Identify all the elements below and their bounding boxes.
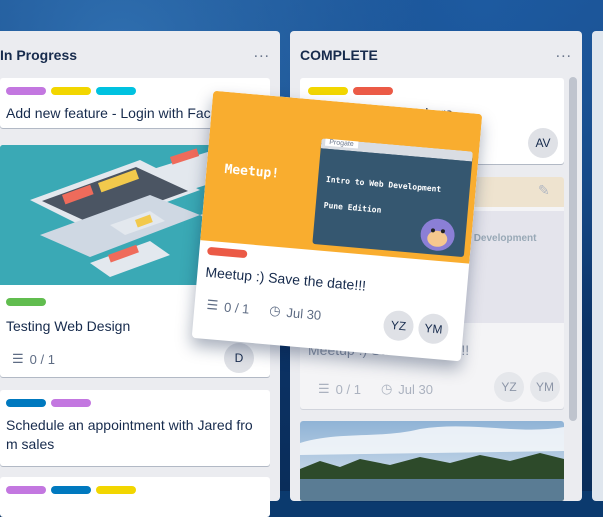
label-red <box>206 246 248 259</box>
member-avatar[interactable]: YZ <box>382 309 415 342</box>
card-schedule-appointment[interactable]: Schedule an appointment with Jared from … <box>0 390 270 466</box>
list-header: COMPLETE ... <box>290 31 582 79</box>
dragging-card[interactable]: Meetup! Progate Intro to Web Development… <box>191 90 483 362</box>
label-yellow <box>308 87 348 95</box>
list-title[interactable]: COMPLETE <box>300 47 378 63</box>
member-avatar[interactable]: YZ <box>494 372 524 402</box>
cover-line2: Pune Edition <box>323 200 382 215</box>
cover-heading: Meetup! <box>223 162 280 182</box>
clock-icon: ◷ <box>380 381 393 396</box>
card-labels <box>6 87 136 95</box>
checklist-badge: ☰ 0 / 1 <box>12 351 55 367</box>
list-menu-button[interactable]: ... <box>254 44 270 62</box>
label-blue <box>51 486 91 494</box>
card-badges: ☰ 0 / 1 ◷ Jul 30 <box>206 297 322 323</box>
label-sky <box>96 87 136 95</box>
card-landscape[interactable] <box>300 421 564 501</box>
checklist-count: 0 / 1 <box>29 351 55 367</box>
card-partial[interactable] <box>0 477 270 517</box>
label-purple <box>51 399 91 407</box>
card-title: Add new feature - Login with Fac <box>6 105 211 121</box>
label-red <box>353 87 393 95</box>
member-avatar[interactable]: D <box>224 343 254 373</box>
card-labels <box>6 486 136 494</box>
list-header: In Progress ... <box>0 31 280 79</box>
checklist-icon: ☰ <box>318 381 330 396</box>
list-title[interactable]: In Progress <box>0 47 77 63</box>
card-labels <box>308 87 393 95</box>
member-avatar[interactable]: YM <box>417 312 450 346</box>
due-date: Jul 30 <box>285 304 322 323</box>
label-yellow <box>51 87 91 95</box>
card-title: Meetup :) Save the date!!! <box>204 263 367 294</box>
checklist-count: 0 / 1 <box>223 299 251 317</box>
label-green <box>6 298 46 306</box>
checklist-count: 0 / 1 <box>335 381 361 397</box>
due-date: Jul 30 <box>398 381 433 397</box>
clock-icon: ◷ <box>268 302 282 319</box>
cover-browser: Progate Intro to Web Development Pune Ed… <box>312 138 474 258</box>
mascot-illustration <box>420 218 455 251</box>
checklist-icon: ☰ <box>206 296 219 313</box>
card-badges: ☰ 0 / 1 ◷ Jul 30 <box>318 381 433 397</box>
label-purple <box>6 87 46 95</box>
card-labels <box>6 298 46 306</box>
card-labels <box>6 399 91 407</box>
card-title: Schedule an appointment with Jared from … <box>6 417 253 452</box>
label-purple <box>6 486 46 494</box>
member-avatar[interactable]: AV <box>528 128 558 158</box>
checklist-icon: ☰ <box>12 351 24 366</box>
edit-icon[interactable]: ✎ <box>538 182 550 199</box>
label-blue <box>6 399 46 407</box>
card-cover-image: Meetup! Progate Intro to Web Development… <box>200 90 483 264</box>
list-menu-button[interactable]: ... <box>556 44 572 62</box>
label-yellow <box>96 486 136 494</box>
list-scrollbar[interactable] <box>569 77 577 421</box>
card-title: Testing Web Design <box>6 318 131 334</box>
cover-tab: Progate <box>324 138 358 149</box>
cover-line1: Intro to Web Development <box>325 174 442 194</box>
landscape-image <box>300 421 564 501</box>
member-avatar[interactable]: YM <box>530 372 560 402</box>
list-next <box>592 31 603 501</box>
